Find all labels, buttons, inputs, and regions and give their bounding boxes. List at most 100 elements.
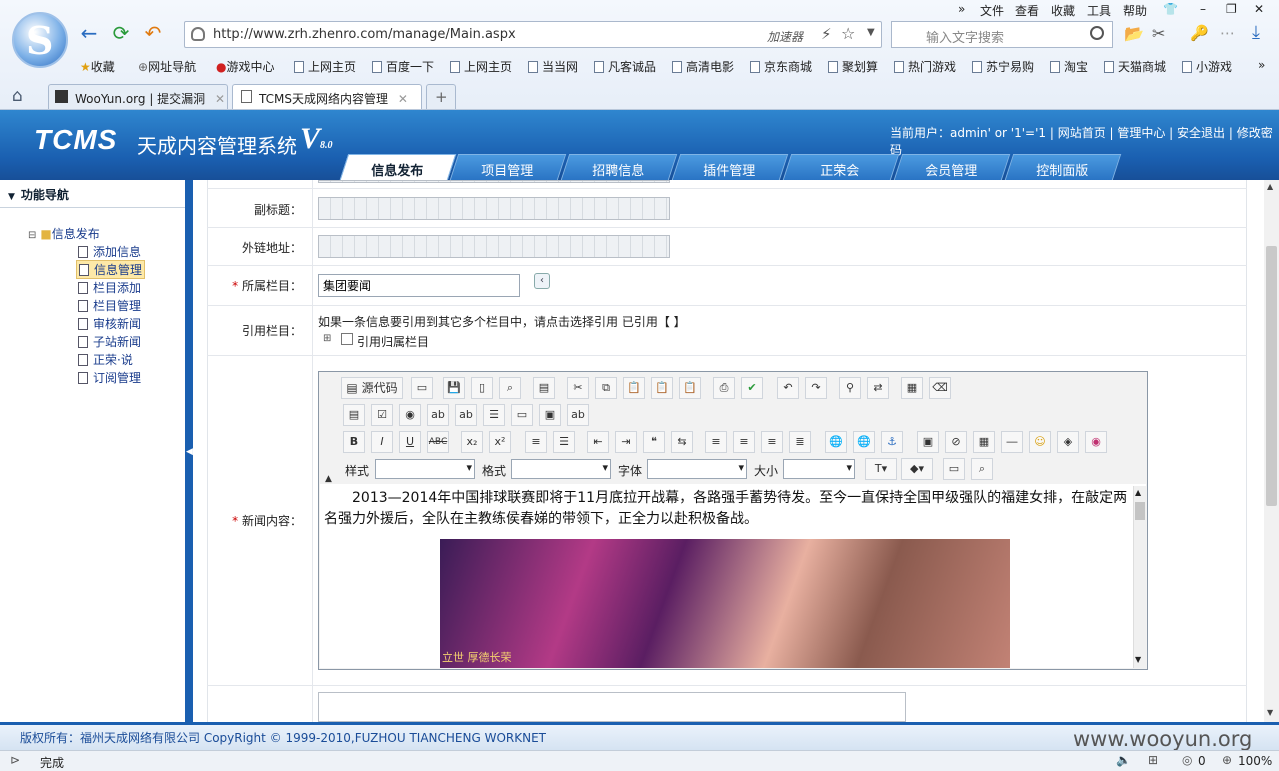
source-code-button[interactable]: ▤ 源代码: [341, 377, 403, 399]
news-image[interactable]: 立世 厚德长荣: [440, 539, 1010, 668]
special-char-icon[interactable]: ◈: [1057, 431, 1079, 453]
zoom-level[interactable]: 100%: [1238, 754, 1272, 768]
column-input[interactable]: [318, 274, 520, 297]
bookmark-item[interactable]: 热门游戏: [894, 58, 956, 75]
tab-wooyun[interactable]: WooYun.org | 提交漏洞 ✕: [48, 84, 228, 109]
hidden-field-icon[interactable]: ab: [567, 404, 589, 426]
bookmark-item[interactable]: 苏宁易购: [972, 58, 1034, 75]
bookmark-item[interactable]: 上网主页: [294, 58, 356, 75]
bookmark-item[interactable]: ●游戏中心: [216, 58, 275, 75]
bookmark-item[interactable]: 京东商城: [750, 58, 812, 75]
tab-close-icon[interactable]: ✕: [398, 92, 408, 106]
download-icon[interactable]: ⤓: [1252, 22, 1260, 43]
bookmark-item[interactable]: 凡客诚品: [594, 58, 656, 75]
subscript-icon[interactable]: x₂: [461, 431, 483, 453]
nav-tab-projects[interactable]: 项目管理: [449, 154, 567, 180]
save-icon[interactable]: 💾: [443, 377, 465, 399]
font-select[interactable]: [647, 459, 747, 479]
star-icon[interactable]: ☆: [841, 24, 855, 43]
menu-tools[interactable]: 工具: [1087, 2, 1111, 19]
subtitle-input[interactable]: [318, 197, 670, 220]
undo-edit-icon[interactable]: ↶: [777, 377, 799, 399]
table-icon[interactable]: ▦: [973, 431, 995, 453]
nav-tab-control-panel[interactable]: 控制面版: [1004, 154, 1122, 180]
quote-checkbox[interactable]: [341, 333, 353, 345]
indent-icon[interactable]: ⇥: [615, 431, 637, 453]
menu-file[interactable]: 文件: [980, 2, 1004, 19]
back-icon[interactable]: ←: [78, 22, 100, 44]
paste-text-icon[interactable]: 📋: [651, 377, 673, 399]
size-select[interactable]: [783, 459, 855, 479]
page-scrollbar[interactable]: ▲ ▼: [1264, 180, 1279, 722]
form-icon[interactable]: ▤: [343, 404, 365, 426]
dropdown-icon[interactable]: ▼: [867, 27, 875, 38]
minimize-icon[interactable]: –: [1200, 2, 1206, 16]
blockquote-icon[interactable]: ❝: [643, 431, 665, 453]
bookmark-item[interactable]: 淘宝: [1050, 58, 1088, 75]
user-info[interactable]: 当前用户：admin' or '1'='1 | 网站首页 | 管理中心 | 安全…: [890, 124, 1279, 158]
bold-icon[interactable]: B: [343, 431, 365, 453]
bookmark-item[interactable]: 当当网: [528, 58, 578, 75]
tab-tcms[interactable]: TCMS天成网络内容管理 ✕: [232, 84, 422, 109]
undo-icon[interactable]: ↶: [142, 22, 164, 44]
bookmark-item[interactable]: ⊕网址导航: [138, 58, 196, 75]
cut-icon[interactable]: ✂: [567, 377, 589, 399]
tree-expand-icon[interactable]: ⊞: [323, 333, 331, 344]
redo-icon[interactable]: ↷: [805, 377, 827, 399]
radio-icon[interactable]: ◉: [399, 404, 421, 426]
replace-icon[interactable]: ⇄: [867, 377, 889, 399]
collapse-arrow-icon[interactable]: ◀: [186, 447, 193, 457]
search-box[interactable]: 输入文字搜索: [891, 21, 1113, 48]
lightning-icon[interactable]: ⚡: [821, 25, 832, 43]
zoom-icon[interactable]: ⊕: [1222, 753, 1232, 767]
select-all-icon[interactable]: ▦: [901, 377, 923, 399]
align-left-icon[interactable]: ≡: [705, 431, 727, 453]
toolbar-collapse-icon[interactable]: ▲: [325, 474, 332, 484]
more-icon[interactable]: »: [958, 2, 965, 16]
bulleted-list-icon[interactable]: ☰: [553, 431, 575, 453]
paste-word-icon[interactable]: 📋: [679, 377, 701, 399]
network-icon[interactable]: ⊞: [1148, 753, 1158, 767]
editor-content[interactable]: 2013—2014年中国排球联赛即将于11月底拉开战幕，各路强手蓄势待发。至今一…: [320, 484, 1146, 668]
align-center-icon[interactable]: ≡: [733, 431, 755, 453]
sidebar-item-column-manage[interactable]: 栏目管理: [78, 297, 141, 314]
home-icon[interactable]: ⌂: [12, 86, 23, 106]
horizontal-rule-icon[interactable]: ―: [1001, 431, 1023, 453]
sidebar-item-subscriptions[interactable]: 订阅管理: [78, 369, 141, 386]
button-icon[interactable]: ▭: [511, 404, 533, 426]
bookmark-item[interactable]: 天猫商城: [1104, 58, 1166, 75]
sidebar-item-column-add[interactable]: 栏目添加: [78, 279, 141, 296]
address-url[interactable]: http://www.zrh.zhenro.com/manage/Main.as…: [213, 27, 516, 42]
new-page-icon[interactable]: ▯: [471, 377, 493, 399]
align-right-icon[interactable]: ≡: [761, 431, 783, 453]
bookmark-item[interactable]: ★收藏: [80, 58, 115, 75]
security-icon[interactable]: ◎: [1182, 753, 1192, 767]
unlink-icon[interactable]: 🌐: [853, 431, 875, 453]
column-select-button[interactable]: ‹: [534, 273, 550, 289]
div-container-icon[interactable]: ⇆: [671, 431, 693, 453]
nav-tab-publish[interactable]: 信息发布: [339, 154, 457, 180]
print-preview-icon[interactable]: ⌕: [499, 377, 521, 399]
bookmark-folder-icon[interactable]: 📂: [1124, 24, 1144, 43]
underline-icon[interactable]: U: [399, 431, 421, 453]
tree-root[interactable]: ⊟ ■信息发布: [28, 225, 100, 242]
refresh-icon[interactable]: ⟳: [110, 22, 132, 44]
link-icon[interactable]: 🌐: [825, 431, 847, 453]
find-icon[interactable]: ⚲: [839, 377, 861, 399]
image-icon[interactable]: ▣: [917, 431, 939, 453]
paste-icon[interactable]: 📋: [623, 377, 645, 399]
bookmark-item[interactable]: 聚划算: [828, 58, 878, 75]
italic-icon[interactable]: I: [371, 431, 393, 453]
strikethrough-icon[interactable]: ABC: [427, 431, 449, 453]
restore-icon[interactable]: ❐: [1226, 2, 1237, 16]
search-input[interactable]: 输入文字搜索: [926, 27, 1004, 46]
new-tab-button[interactable]: +: [426, 84, 456, 109]
text-color-icon[interactable]: T▾: [865, 458, 897, 480]
nav-tab-members[interactable]: 会员管理: [893, 154, 1011, 180]
menu-help[interactable]: 帮助: [1123, 2, 1147, 19]
textfield-icon[interactable]: ab: [427, 404, 449, 426]
address-bar[interactable]: http://www.zrh.zhenro.com/manage/Main.as…: [184, 21, 882, 48]
anchor-icon[interactable]: ⚓: [881, 431, 903, 453]
accelerator-label[interactable]: 加速器: [767, 28, 803, 45]
menu-view[interactable]: 查看: [1015, 2, 1039, 19]
